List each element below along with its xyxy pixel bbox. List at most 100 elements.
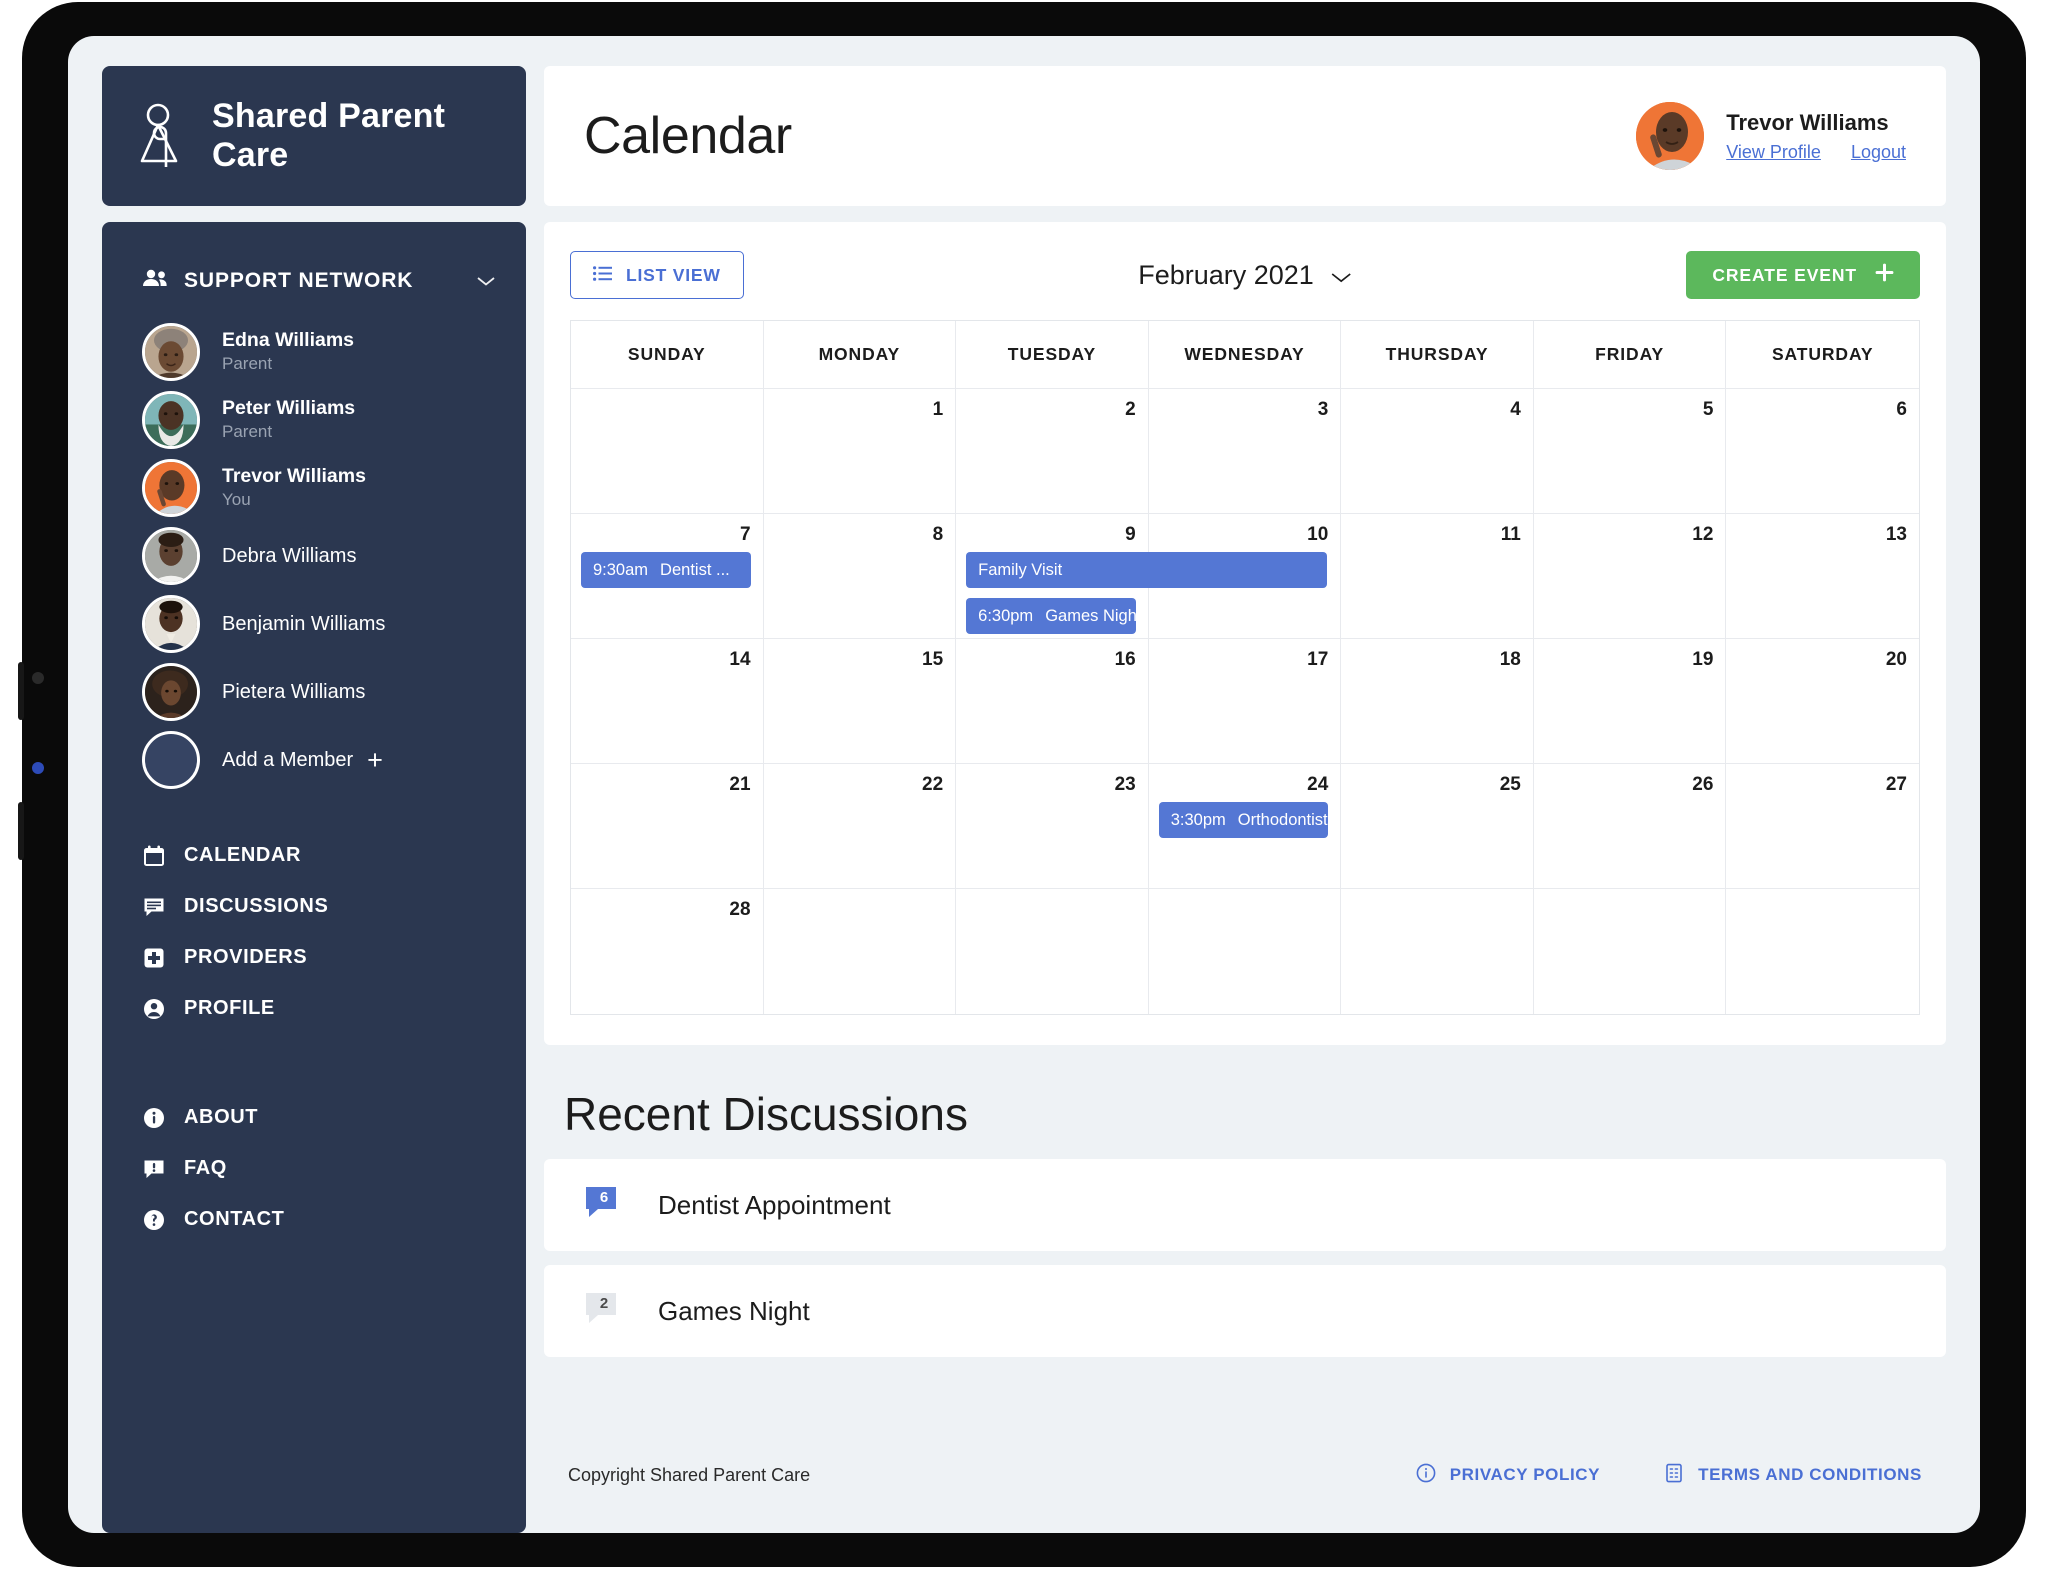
sidebar-item-providers[interactable]: PROVIDERS	[102, 932, 526, 983]
day-number	[583, 399, 751, 425]
calendar-day-cell[interactable]: 5	[1533, 389, 1727, 514]
support-network-header[interactable]: SUPPORT NETWORK	[102, 264, 526, 298]
calendar-day-cell[interactable]	[1149, 889, 1342, 1014]
calendar-day-cell[interactable]	[764, 889, 957, 1014]
sidebar-item-label: DISCUSSIONS	[184, 895, 329, 917]
calendar-day-cell[interactable]: 17	[1148, 639, 1342, 764]
day-number: 10	[1307, 524, 1329, 545]
calendar-day-cell[interactable]	[1341, 889, 1534, 1014]
calendar-day-cell[interactable]: 16	[956, 639, 1149, 764]
event-title: Family Visit	[978, 560, 1063, 579]
member-name: Peter Williams	[222, 397, 356, 420]
discussion-title: Games Night	[658, 1295, 810, 1326]
calendar-day-cell[interactable]	[571, 389, 764, 514]
calendar-day-cell[interactable]: 3	[1148, 389, 1342, 514]
list-item[interactable]: Benjamin Williams	[102, 590, 526, 658]
calendar-day-cell[interactable]: 25	[1341, 764, 1534, 889]
create-event-button[interactable]: CREATE EVENT	[1686, 251, 1920, 299]
view-profile-link[interactable]: View Profile	[1726, 142, 1821, 163]
calendar-day-cell[interactable]	[1726, 889, 1919, 1014]
day-number: 6	[1896, 399, 1907, 420]
sidebar-item-label: CONTACT	[184, 1208, 285, 1230]
day-number: 19	[1692, 649, 1714, 670]
chevron-down-icon[interactable]	[476, 269, 496, 293]
day-number: 17	[1307, 649, 1329, 670]
day-number: 7	[739, 524, 751, 545]
calendar-day-cell[interactable]: 11	[1341, 514, 1534, 639]
list-item[interactable]: Trevor Williams You	[102, 454, 526, 522]
sidebar: Shared Parent Care SUPPORT NETWORK Edna …	[102, 66, 526, 1533]
calendar-event-family-visit[interactable]: Family Visit	[966, 552, 1328, 588]
calendar-day-cell[interactable]: 26	[1533, 764, 1727, 889]
list-item[interactable]: 2 Games Night	[544, 1265, 1946, 1357]
list-item[interactable]: Debra Williams	[102, 522, 526, 590]
month-selector[interactable]: February 2021	[1138, 260, 1352, 291]
member-role: Parent	[222, 353, 273, 373]
plus-icon: +	[367, 744, 383, 775]
calendar-day-cell[interactable]: 28	[571, 889, 764, 1014]
sidebar-item-calendar[interactable]: CALENDAR	[102, 830, 526, 881]
avatar	[142, 595, 200, 653]
calendar-day-cell[interactable]: 14	[571, 639, 764, 764]
add-member-button[interactable]: Add a Member +	[102, 726, 526, 794]
sidebar-item-discussions[interactable]: DISCUSSIONS	[102, 881, 526, 932]
list-item[interactable]: 6 Dentist Appointment	[544, 1159, 1946, 1251]
calendar-day-cell[interactable]: 19	[1533, 639, 1727, 764]
calendar-day-cell[interactable]: 6	[1726, 389, 1919, 514]
sidebar-item-faq[interactable]: FAQ	[102, 1143, 526, 1194]
calendar-day-cell[interactable]: 20	[1726, 639, 1919, 764]
calendar-event-dentist[interactable]: 9:30am Dentist ...	[581, 552, 751, 588]
list-item[interactable]: Edna Williams Parent	[102, 318, 526, 386]
calendar-day-cell[interactable]: 18	[1341, 639, 1534, 764]
day-number: 18	[1499, 649, 1521, 670]
day-header: SATURDAY	[1726, 321, 1919, 389]
day-header: TUESDAY	[956, 321, 1149, 389]
device-volume-up-button[interactable]	[18, 662, 24, 720]
calendar-day-cell[interactable]: 15	[763, 639, 957, 764]
calendar-week: 1 2 3 4 5 6	[571, 389, 1919, 514]
privacy-policy-link[interactable]: PRIVACY POLICY	[1416, 1463, 1600, 1488]
calendar-day-cell[interactable]: 9 Family Visit 6:30pm Games Night ...	[956, 514, 1328, 639]
day-number: 27	[1885, 774, 1907, 795]
sidebar-nav-secondary: ABOUT FAQ CONTACT	[102, 1092, 526, 1245]
avatar[interactable]	[1636, 102, 1705, 170]
create-event-label: CREATE EVENT	[1712, 264, 1857, 285]
calendar-day-cell[interactable]: 13	[1726, 514, 1919, 639]
terms-and-conditions-link[interactable]: TERMS AND CONDITIONS	[1664, 1463, 1922, 1488]
calendar-event-orthodontist[interactable]: 3:30pm Orthodontist ...	[1158, 802, 1329, 838]
calendar-day-cell[interactable]: 21	[571, 764, 764, 889]
day-number: 13	[1885, 524, 1907, 545]
calendar-day-cell[interactable]: 27	[1726, 764, 1919, 889]
avatar-placeholder	[142, 731, 200, 789]
calendar-day-cell[interactable]: 22	[763, 764, 957, 889]
main-content: Calendar Trevor Williams View Profile Lo…	[544, 66, 1946, 1533]
sidebar-item-contact[interactable]: CONTACT	[102, 1194, 526, 1245]
sidebar-item-label: ABOUT	[184, 1106, 259, 1128]
sidebar-item-profile[interactable]: PROFILE	[102, 983, 526, 1034]
calendar-day-cell[interactable]: 1	[763, 389, 957, 514]
event-time: 9:30am	[593, 560, 649, 579]
list-item[interactable]: Peter Williams Parent	[102, 386, 526, 454]
day-number	[968, 899, 1136, 925]
chat-badge-icon: 2	[584, 1291, 624, 1331]
list-item[interactable]: Pietera Williams	[102, 658, 526, 726]
calendar-day-cell[interactable]: 12	[1533, 514, 1727, 639]
calendar-day-cell[interactable]	[1534, 889, 1727, 1014]
calendar-event-games-night[interactable]: 6:30pm Games Night ...	[966, 598, 1136, 634]
list-view-button[interactable]: LIST VIEW	[570, 251, 744, 299]
calendar-day-cell[interactable]: 8	[763, 514, 957, 639]
brand-header[interactable]: Shared Parent Care	[102, 66, 526, 206]
calendar-day-headers: SUNDAY MONDAY TUESDAY WEDNESDAY THURSDAY…	[571, 321, 1919, 389]
sidebar-item-about[interactable]: ABOUT	[102, 1092, 526, 1143]
calendar-day-cell[interactable]: 23	[956, 764, 1149, 889]
calendar-day-cell[interactable]: 24 3:30pm Orthodontist ...	[1148, 764, 1342, 889]
day-number	[1738, 899, 1907, 925]
calendar-day-cell[interactable]	[956, 889, 1149, 1014]
people-icon	[142, 268, 168, 294]
device-volume-down-button[interactable]	[18, 802, 24, 860]
calendar-day-cell[interactable]: 2	[956, 389, 1149, 514]
day-number: 26	[1692, 774, 1714, 795]
calendar-day-cell[interactable]: 4	[1341, 389, 1534, 514]
calendar-day-cell[interactable]: 7 9:30am Dentist ...	[571, 514, 764, 639]
logout-link[interactable]: Logout	[1851, 142, 1906, 163]
